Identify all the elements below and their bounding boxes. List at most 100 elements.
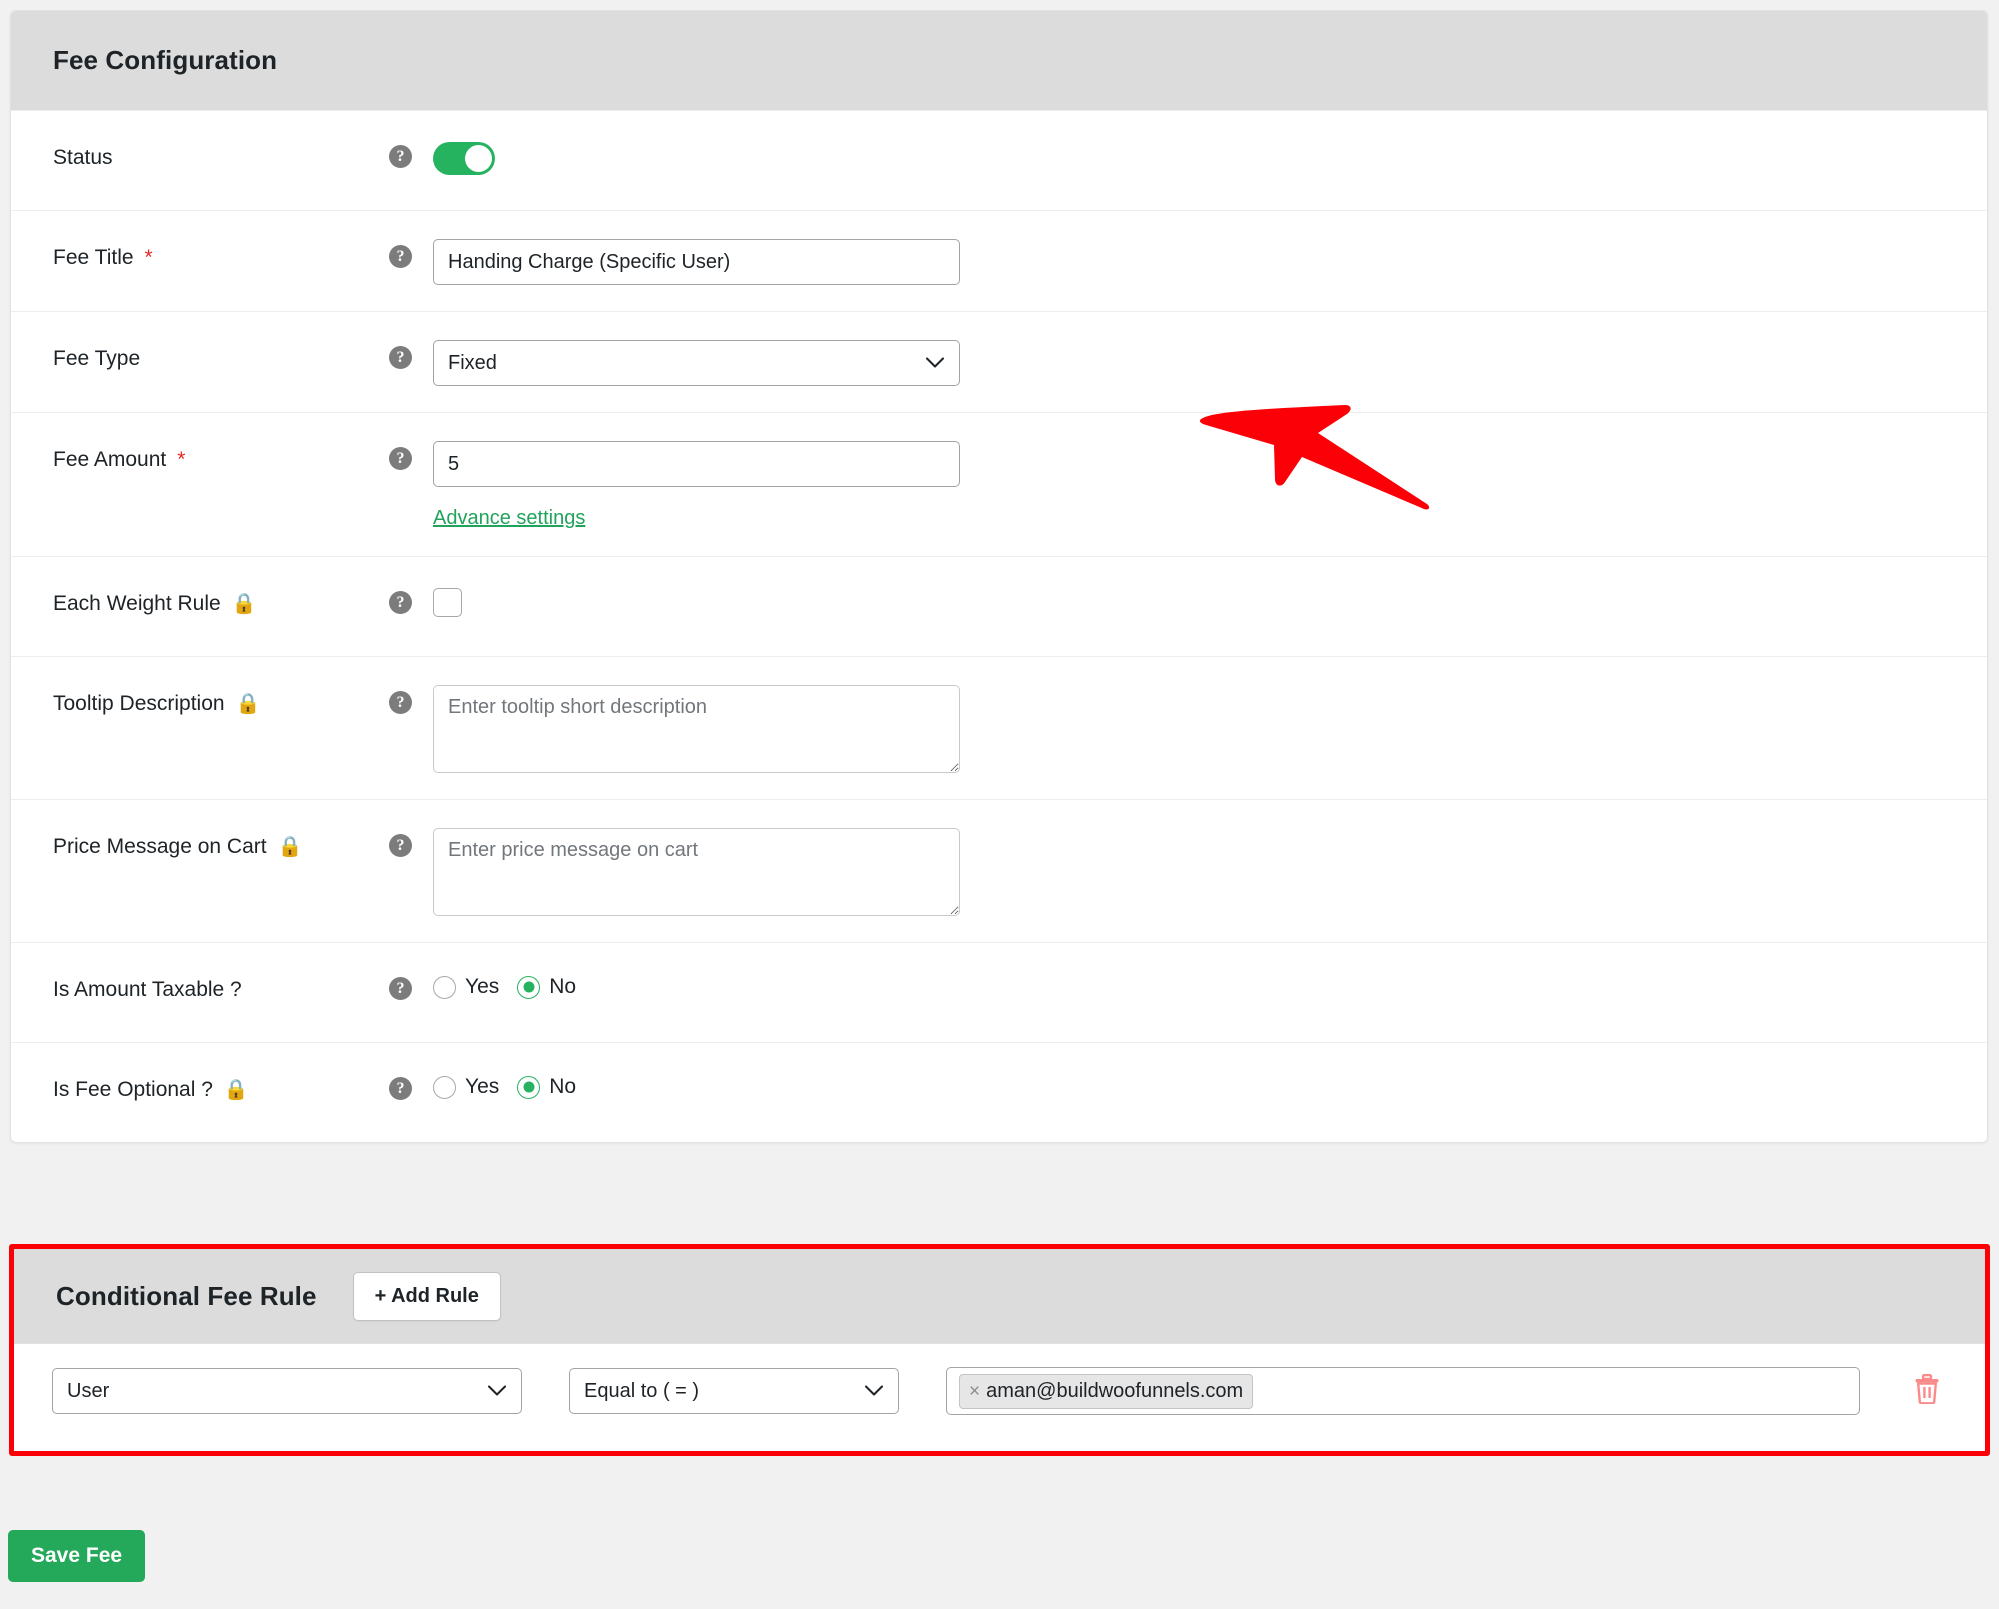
label-price-message-on-cart-text: Price Message on Cart <box>53 835 267 858</box>
conditional-fee-rule-title: Conditional Fee Rule <box>56 1280 317 1311</box>
row-fee-amount: Fee Amount * ? Advance settings <box>11 412 1987 556</box>
label-each-weight-rule-text: Each Weight Rule <box>53 592 221 615</box>
conditional-fee-rule-card: Conditional Fee Rule + Add Rule User Equ… <box>9 1244 1990 1456</box>
lock-icon: 🔒 <box>231 592 257 615</box>
help-icon[interactable]: ? <box>389 145 412 168</box>
status-toggle[interactable] <box>433 142 495 175</box>
help-icon[interactable]: ? <box>389 691 412 714</box>
price-message-on-cart-textarea[interactable] <box>433 828 960 916</box>
lock-icon: 🔒 <box>235 692 261 715</box>
conditional-fee-rule-header: Conditional Fee Rule + Add Rule <box>14 1249 1985 1344</box>
radio-label: Yes <box>465 975 500 998</box>
save-fee-button[interactable]: Save Fee <box>8 1530 146 1582</box>
required-asterisk: * <box>144 246 153 269</box>
required-asterisk: * <box>177 448 186 471</box>
field-fee-type: Fixed <box>433 312 1945 412</box>
radio-circle-selected <box>517 1075 541 1099</box>
fee-amount-input[interactable] <box>433 441 960 487</box>
help-tooltip-description: ? <box>389 657 433 714</box>
rule-row: User Equal to ( = ) × aman@buildwoofunne… <box>14 1344 1985 1415</box>
tag-remove-icon[interactable]: × <box>969 1382 980 1401</box>
radio-label: No <box>549 975 577 998</box>
help-icon[interactable]: ? <box>389 346 412 369</box>
each-weight-rule-checkbox[interactable] <box>433 588 462 617</box>
rule-field-select[interactable]: User <box>52 1368 522 1414</box>
fee-title-input[interactable] <box>433 239 960 285</box>
label-fee-title: Fee Title * <box>53 211 389 270</box>
page-title: Fee Configuration <box>53 45 278 75</box>
help-fee-amount: ? <box>389 413 433 470</box>
fee-type-select-wrap: Fixed <box>433 340 960 386</box>
label-fee-type: Fee Type <box>53 312 389 371</box>
row-price-message-on-cart: Price Message on Cart 🔒 ? <box>11 799 1987 942</box>
row-fee-type: Fee Type ? Fixed <box>11 311 1987 412</box>
label-fee-amount-text: Fee Amount <box>53 448 167 471</box>
label-fee-title-text: Fee Title <box>53 246 134 269</box>
field-is-fee-optional: Yes No <box>433 1043 1945 1125</box>
tag-label: aman@buildwoofunnels.com <box>986 1379 1244 1402</box>
tooltip-description-textarea[interactable] <box>433 685 960 773</box>
delete-rule-button[interactable] <box>1907 1373 1947 1409</box>
label-each-weight-rule: Each Weight Rule 🔒 <box>53 557 389 616</box>
rule-operator-select-wrap: Equal to ( = ) <box>569 1368 899 1414</box>
is-amount-taxable-no[interactable]: No <box>517 975 576 999</box>
help-price-message-on-cart: ? <box>389 800 433 857</box>
is-fee-optional-radio-group: Yes No <box>433 1075 1945 1099</box>
help-icon[interactable]: ? <box>389 977 412 1000</box>
advance-settings-link[interactable]: Advance settings <box>433 507 585 530</box>
help-icon[interactable]: ? <box>389 834 412 857</box>
row-each-weight-rule: Each Weight Rule 🔒 ? <box>11 556 1987 656</box>
is-fee-optional-yes[interactable]: Yes <box>433 1075 499 1099</box>
label-is-fee-optional-text: Is Fee Optional ? <box>53 1078 213 1101</box>
label-fee-amount: Fee Amount * <box>53 413 389 472</box>
help-icon[interactable]: ? <box>389 1077 412 1100</box>
tag-chip: × aman@buildwoofunnels.com <box>959 1373 1254 1409</box>
label-status-text: Status <box>53 146 113 169</box>
field-each-weight-rule <box>433 557 1945 648</box>
rule-field-select-wrap: User <box>52 1368 522 1414</box>
help-is-fee-optional: ? <box>389 1043 433 1100</box>
label-status: Status <box>53 111 389 170</box>
toggle-knob <box>465 145 492 172</box>
label-is-fee-optional: Is Fee Optional ? 🔒 <box>53 1043 389 1102</box>
help-icon[interactable]: ? <box>389 591 412 614</box>
add-rule-button[interactable]: + Add Rule <box>352 1271 501 1321</box>
label-is-amount-taxable: Is Amount Taxable ? <box>53 943 389 1002</box>
label-tooltip-description: Tooltip Description 🔒 <box>53 657 389 716</box>
help-status: ? <box>389 111 433 168</box>
help-fee-title: ? <box>389 211 433 268</box>
label-price-message-on-cart: Price Message on Cart 🔒 <box>53 800 389 859</box>
field-is-amount-taxable: Yes No <box>433 943 1945 1025</box>
help-fee-type: ? <box>389 312 433 369</box>
radio-circle <box>433 1075 456 1099</box>
row-fee-title: Fee Title * ? <box>11 210 1987 311</box>
trash-icon <box>1915 1373 1939 1404</box>
rule-value-tags-input[interactable]: × aman@buildwoofunnels.com <box>946 1367 1860 1415</box>
help-icon[interactable]: ? <box>389 245 412 268</box>
fee-type-select[interactable]: Fixed <box>433 340 960 386</box>
is-amount-taxable-radio-group: Yes No <box>433 975 1945 999</box>
radio-label: No <box>549 1075 577 1098</box>
field-fee-title <box>433 211 1945 311</box>
row-tooltip-description: Tooltip Description 🔒 ? <box>11 656 1987 799</box>
row-is-amount-taxable: Is Amount Taxable ? ? Yes No <box>11 942 1987 1042</box>
rule-operator-select[interactable]: Equal to ( = ) <box>569 1368 899 1414</box>
field-status <box>433 111 1945 201</box>
label-fee-type-text: Fee Type <box>53 347 141 370</box>
fee-configuration-card: Fee Configuration Status ? Fee Title * ? <box>10 10 1988 1143</box>
help-is-amount-taxable: ? <box>389 943 433 1000</box>
fee-configuration-header: Fee Configuration <box>11 11 1987 110</box>
field-fee-amount: Advance settings <box>433 413 1945 556</box>
lock-icon: 🔒 <box>277 835 303 858</box>
row-status: Status ? <box>11 110 1987 210</box>
is-amount-taxable-yes[interactable]: Yes <box>433 975 499 999</box>
radio-circle-selected <box>517 975 541 999</box>
label-is-amount-taxable-text: Is Amount Taxable ? <box>53 978 242 1001</box>
label-tooltip-description-text: Tooltip Description <box>53 692 225 715</box>
field-tooltip-description <box>433 657 1945 799</box>
lock-icon: 🔒 <box>223 1078 249 1101</box>
is-fee-optional-no[interactable]: No <box>517 1075 576 1099</box>
radio-label: Yes <box>465 1075 500 1098</box>
radio-circle <box>433 975 456 999</box>
help-icon[interactable]: ? <box>389 447 412 470</box>
